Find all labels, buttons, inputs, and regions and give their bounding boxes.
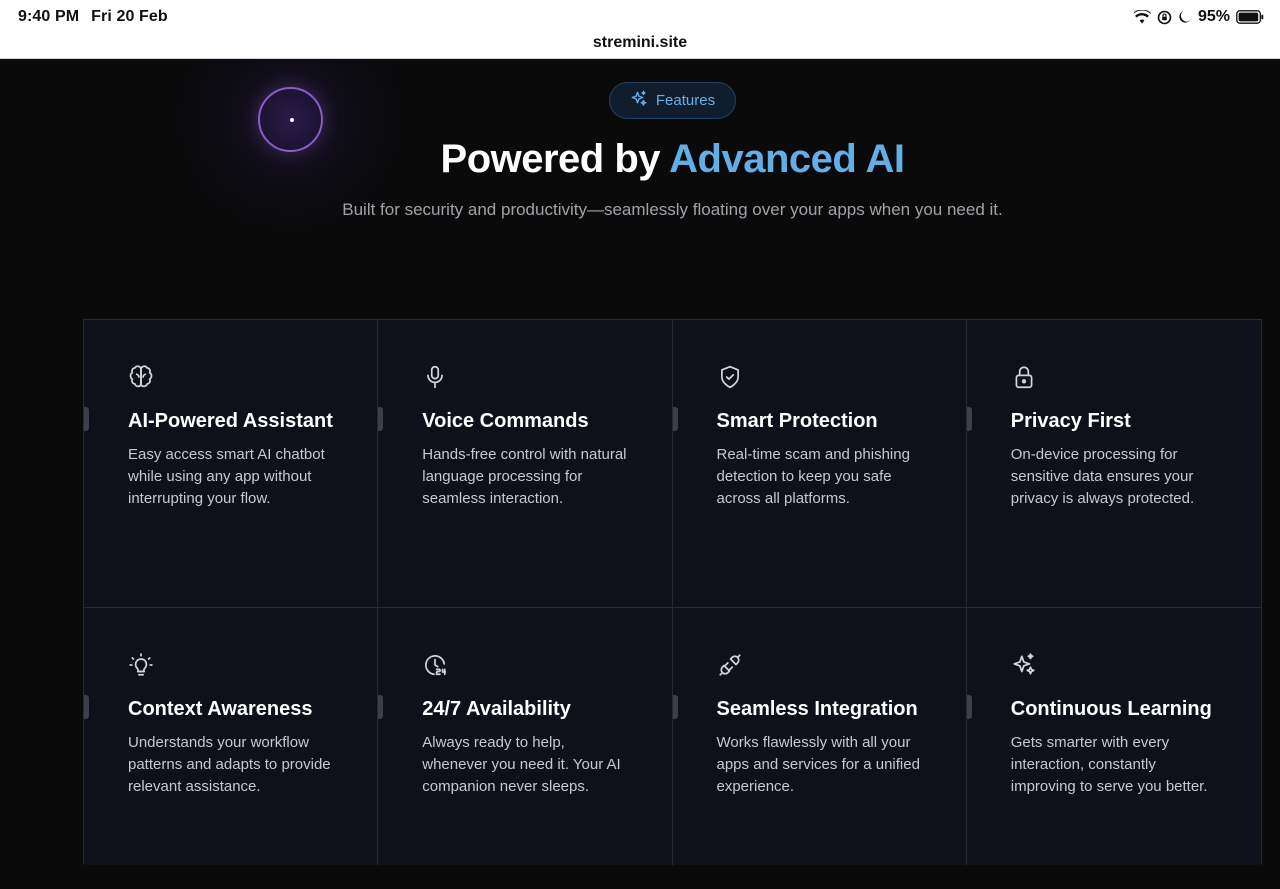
feature-title: Continuous Learning (1010, 698, 1212, 720)
shield-check-icon (717, 364, 743, 390)
clock-24-icon (422, 652, 448, 678)
card-edge-tab (966, 695, 972, 719)
card-edge-tab (966, 407, 972, 431)
feature-title: Voice Commands (422, 410, 589, 432)
microphone-icon (422, 364, 448, 390)
features-badge-label: Features (655, 92, 716, 109)
page-title-accent: Advanced AI (669, 137, 905, 181)
feature-description: Always ready to help, whenever you need … (422, 734, 621, 795)
card-edge-tab (378, 407, 384, 431)
feature-card: Privacy First On-device processing for s… (966, 320, 1261, 608)
orb-center-dot (290, 118, 294, 122)
feature-description: Easy access smart AI chatbot while using… (128, 446, 325, 507)
features-section: Features Powered by Advanced AI Built fo… (0, 59, 1280, 889)
address-bar[interactable]: stremini.site (0, 34, 1280, 59)
lock-icon (1011, 364, 1037, 390)
wifi-icon (1133, 10, 1151, 24)
status-date: Fri 20 Feb (91, 8, 168, 25)
sparkles-icon (1011, 652, 1037, 678)
orientation-lock-icon (1157, 10, 1172, 25)
feature-description: Hands-free control with natural language… (422, 446, 627, 507)
url-text[interactable]: stremini.site (593, 34, 687, 52)
feature-description: Real-time scam and phishing detection to… (716, 446, 910, 507)
plug-icon (717, 652, 743, 678)
lightbulb-icon (128, 652, 154, 678)
page-title-prefix: Powered by (440, 137, 670, 181)
card-edge-tab (84, 695, 89, 719)
page-title: Powered by Advanced AI (0, 137, 1280, 182)
battery-icon (1236, 10, 1264, 24)
feature-card: Voice Commands Hands-free control with n… (378, 320, 673, 608)
feature-title: Smart Protection (716, 410, 878, 432)
moon-icon (1178, 10, 1192, 24)
sparkles-icon (630, 90, 648, 112)
feature-description: Gets smarter with every interaction, con… (1010, 734, 1208, 795)
page-subtitle: Built for security and productivity—seam… (342, 200, 1003, 219)
feature-title: Privacy First (1010, 410, 1131, 432)
feature-card: AI-Powered Assistant Easy access smart A… (84, 320, 379, 608)
feature-card: Continuous Learning Gets smarter with ev… (966, 608, 1261, 865)
feature-card: Seamless Integration Works flawlessly wi… (672, 608, 967, 865)
status-time: 9:40 PM (18, 8, 80, 25)
feature-title: Seamless Integration (716, 698, 918, 720)
card-edge-tab (84, 407, 89, 431)
card-edge-tab (378, 695, 384, 719)
feature-card: Smart Protection Real-time scam and phis… (672, 320, 967, 608)
feature-title: Context Awareness (128, 698, 313, 720)
feature-card: Context Awareness Understands your workf… (84, 608, 379, 865)
feature-title: AI-Powered Assistant (128, 410, 333, 432)
feature-description: On-device processing for sensitive data … (1010, 446, 1195, 507)
feature-description: Works flawlessly with all your apps and … (716, 734, 920, 795)
feature-title: 24/7 Availability (422, 698, 571, 720)
feature-grid: AI-Powered Assistant Easy access smart A… (83, 319, 1262, 865)
card-edge-tab (672, 407, 678, 431)
battery-percentage: 95% (1197, 8, 1230, 25)
status-bar: 9:40 PM Fri 20 Feb 95% (0, 0, 1280, 34)
card-edge-tab (672, 695, 678, 719)
brain-icon (128, 364, 154, 390)
feature-description: Understands your workflow patterns and a… (128, 734, 331, 795)
feature-card: 24/7 Availability Always ready to help, … (378, 608, 673, 865)
features-badge: Features (609, 82, 736, 119)
